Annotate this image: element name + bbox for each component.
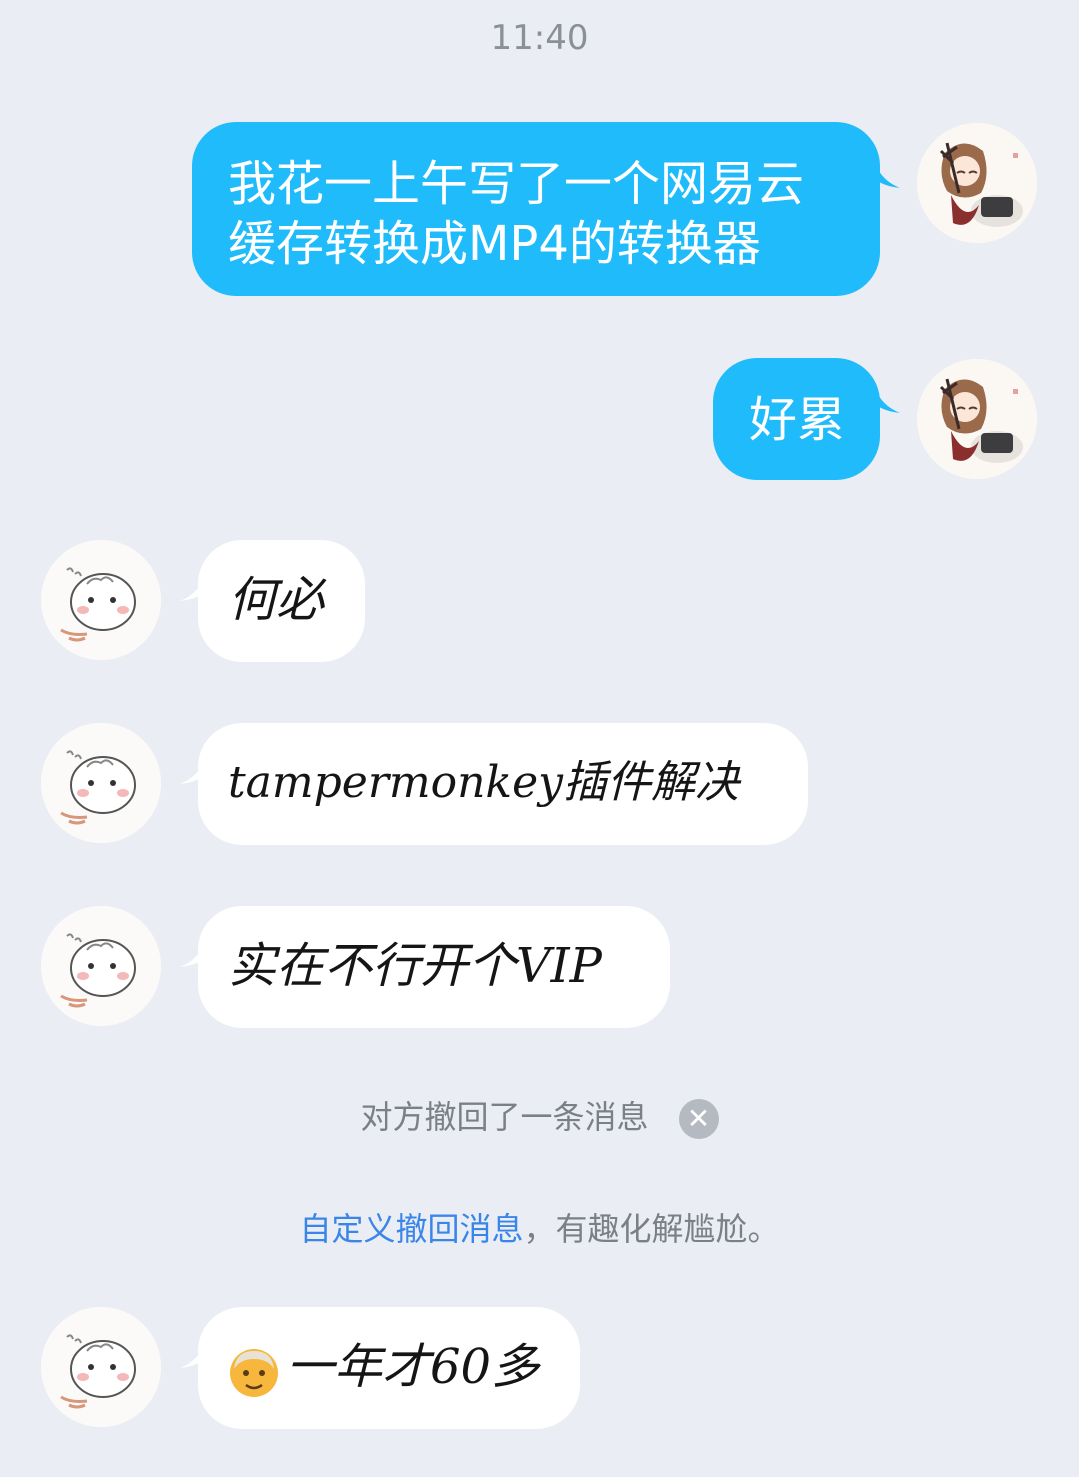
timestamp: 11:40 (490, 18, 589, 58)
recall-notice-text: 对方撤回了一条消息 (360, 1098, 649, 1136)
message-row-other-4: 一年才60多 (0, 1307, 1079, 1432)
message-bubble-other[interactable]: 何必 (198, 540, 365, 662)
other-avatar[interactable] (41, 723, 161, 843)
close-icon[interactable]: ✕ (678, 1099, 719, 1139)
message-line: 我花一上午写了一个网易云 (228, 156, 805, 212)
other-avatar[interactable] (41, 1307, 161, 1427)
hamster-avatar-icon (41, 906, 161, 1026)
my-avatar[interactable] (917, 123, 1037, 243)
message-text: 好累 (749, 392, 846, 448)
old-man-emoji-icon (226, 1343, 282, 1399)
anime-girl-avatar-icon (917, 123, 1037, 243)
message-row-me-2: 好累 (0, 355, 1079, 485)
message-bubble-other[interactable]: tampermonkey插件解决 (198, 723, 808, 845)
message-row-other-3: 实在不行开个VIP (0, 906, 1079, 1031)
bubble-tail (874, 385, 904, 415)
message-bubble-other[interactable]: 一年才60多 (198, 1307, 580, 1429)
message-bubble-me[interactable]: 好累 (713, 358, 880, 480)
message-text: tampermonkey插件解决 (228, 757, 739, 808)
message-text: 一年才60多 (286, 1339, 540, 1395)
message-row-me-1: 我花一上午写了一个网易云 缓存转换成MP4的转换器 (0, 120, 1079, 300)
message-bubble-me[interactable]: 我花一上午写了一个网易云 缓存转换成MP4的转换器 (192, 122, 880, 296)
message-bubble-other[interactable]: 实在不行开个VIP (198, 906, 670, 1028)
message-text: 何必 (228, 572, 325, 628)
message-text: 实在不行开个VIP (228, 938, 602, 994)
custom-recall-link[interactable]: 自定义撤回消息 (299, 1210, 523, 1248)
other-avatar[interactable] (41, 540, 161, 660)
hamster-avatar-icon (41, 1307, 161, 1427)
bubble-tail (874, 160, 904, 190)
anime-girl-avatar-icon (917, 359, 1037, 479)
other-avatar[interactable] (41, 906, 161, 1026)
custom-recall-suffix: ，有趣化解尴尬。 (523, 1210, 780, 1248)
hamster-avatar-icon (41, 723, 161, 843)
message-line: 缓存转换成MP4的转换器 (228, 216, 761, 272)
message-row-other-2: tampermonkey插件解决 (0, 723, 1079, 848)
message-row-other-1: 何必 (0, 540, 1079, 665)
my-avatar[interactable] (917, 359, 1037, 479)
hamster-avatar-icon (41, 540, 161, 660)
recall-notice: 对方撤回了一条消息 ✕ (0, 1092, 1079, 1139)
custom-recall-tip: 自定义撤回消息，有趣化解尴尬。 (0, 1204, 1079, 1250)
